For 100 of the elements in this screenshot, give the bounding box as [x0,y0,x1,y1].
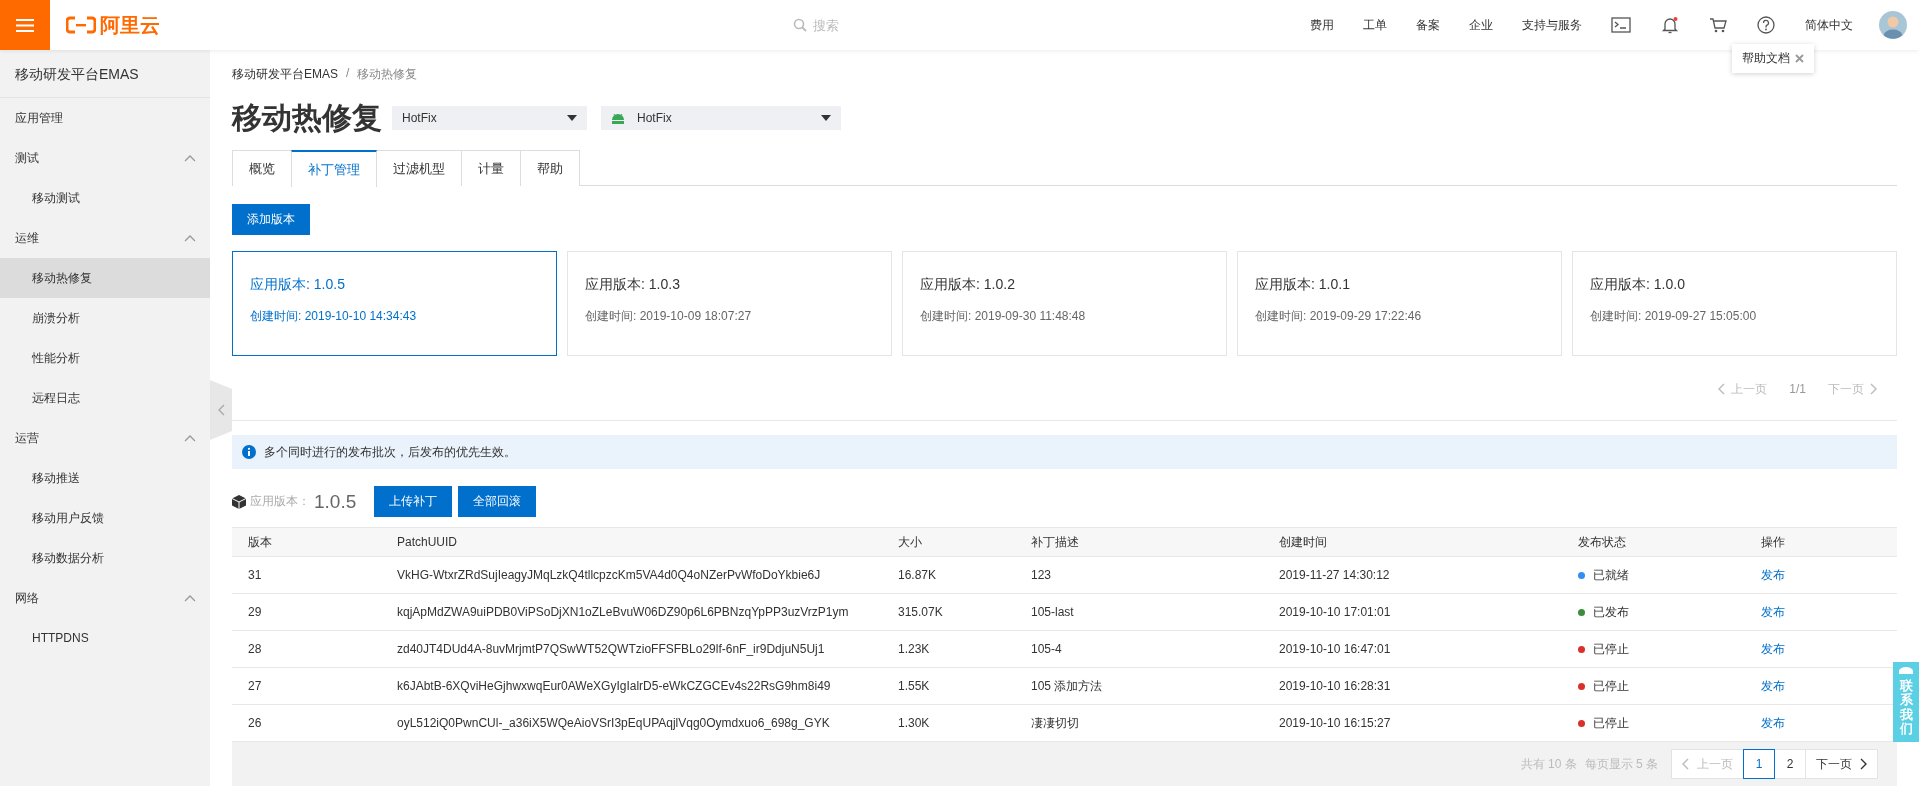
cart-icon[interactable] [1709,17,1727,33]
chevron-up-icon [184,434,196,442]
version-title: 应用版本: 1.0.5 [250,276,346,294]
version-card[interactable]: 应用版本: 1.0.0 创建时间: 2019-09-27 15:05:00 [1572,251,1897,356]
page-indicator: 1/1 [1789,382,1806,396]
nav-group[interactable]: 运维 [0,218,210,258]
table-cell: 1.55K [882,667,1015,705]
nav-item[interactable]: 崩溃分析 [0,298,210,338]
table-cell: 105 添加方法 [1015,667,1263,705]
nav-item[interactable]: 移动数据分析 [0,538,210,578]
chevron-right-icon [1870,383,1877,395]
table-cell: 123 [1015,556,1263,594]
table-cell: k6JAbtB-6XQviHeGjhwxwqEur0AWeXGyIgIalrD5-eWkCZGCEv4s22RsG9hm8i49 [381,667,882,705]
column-header: 操作 [1745,527,1897,557]
version-title: 应用版本: 1.0.3 [585,276,681,294]
info-icon [242,445,256,459]
nav-item[interactable]: 应用管理 [0,98,210,138]
publish-link[interactable]: 发布 [1761,604,1785,619]
breadcrumb-link[interactable]: 移动热修复 [357,66,418,84]
help-icon[interactable] [1757,16,1775,34]
version-card[interactable]: 应用版本: 1.0.1 创建时间: 2019-09-29 17:22:46 [1237,251,1562,356]
breadcrumb-separator: / [346,66,350,82]
caret-icon [567,115,577,121]
menu-icon [16,18,34,32]
upload-button[interactable]: 上传补丁 [374,486,453,517]
nav-link[interactable]: 工单 [1363,16,1387,34]
created-time: 创建时间: 2019-09-30 11:48:48 [920,308,1087,325]
caret-icon [821,115,831,121]
column-header: 大小 [882,527,1015,557]
add-version-button[interactable]: 添加版本 [232,204,310,235]
terminal-icon[interactable] [1611,17,1631,33]
table-cell: zd40JT4DUd4A-8uvMrjmtP7QSwWT52QWTzioFFSFBLo29lf-6nF_ir9DdjuN5Uj1 [381,630,882,668]
nav-item[interactable]: 移动热修复 [0,258,210,298]
bell-icon[interactable] [1661,16,1679,34]
nav-link[interactable]: 备案 [1416,16,1440,34]
box-icon [232,494,246,509]
publish-link[interactable]: 发布 [1761,715,1785,730]
breadcrumb-link[interactable]: 移动研发平台EMAS [232,66,338,84]
close-icon[interactable] [1795,54,1804,63]
page-button[interactable]: 2 [1774,749,1806,779]
table-cell: 1.23K [882,630,1015,668]
table-cell: 105-4 [1015,630,1263,668]
column-header: 创建时间 [1263,527,1562,557]
table-cell: kqjApMdZWA9uiPDB0ViPSoDjXN1oZLeBvuW06DZ90p6L6PBNzqYpPP3uzVrzP1ym [381,593,882,631]
select-field[interactable]: HotFix [392,106,587,130]
nav-link[interactable]: 支持与服务 [1522,16,1582,34]
chevron-left-icon [1718,383,1726,395]
nav-item[interactable]: 性能分析 [0,338,210,378]
page-button[interactable]: 1 [1743,749,1775,779]
search-icon [793,18,807,32]
language-link[interactable]: 简体中文 [1805,16,1853,34]
publish-link[interactable]: 发布 [1761,567,1785,582]
tab[interactable]: 补丁管理 [291,150,377,187]
table-cell: 29 [232,593,381,631]
nav-group[interactable]: 网络 [0,578,210,618]
table-cell: 2019-10-10 16:47:01 [1263,630,1562,668]
chevron-left-icon [217,404,225,416]
table-cell: 27 [232,667,381,705]
table-cell: 2019-10-10 16:28:31 [1263,667,1562,705]
tooltip-text: 帮助文档 [1742,50,1790,67]
chevron-right-icon [1860,758,1867,770]
tab[interactable]: 计量 [461,150,521,186]
chat-icon [1898,666,1914,676]
status-label: 已停止 [1593,714,1629,732]
nav-item[interactable]: 移动推送 [0,458,210,498]
tab[interactable]: 过滤机型 [376,150,462,186]
chevron-up-icon [184,234,196,242]
select-field[interactable]: HotFix [601,106,841,130]
table-cell: 31 [232,556,381,594]
notice-text: 多个同时进行的发布批次，后发布的优先生效。 [264,443,516,461]
logo-text: 阿里云 [100,12,160,38]
version-value: 1.0.5 [314,490,357,513]
rollback-button[interactable]: 全部回滚 [458,486,537,517]
tab[interactable]: 帮助 [520,150,580,186]
nav-item[interactable]: 远程日志 [0,378,210,418]
nav-group[interactable]: 测试 [0,138,210,178]
nav-group[interactable]: 运营 [0,418,210,458]
column-header: 版本 [232,527,381,557]
avatar-icon[interactable] [1879,11,1907,39]
table-cell: VkHG-WtxrZRdSujIeagyJMqLzkQ4tllcpzcKm5VA4d0Q4oNZerPvWfoDoYkbie6J [381,556,882,594]
created-time: 创建时间: 2019-10-10 14:34:43 [250,308,418,325]
nav-link[interactable]: 费用 [1310,16,1334,34]
table-cell: 16.87K [882,556,1015,594]
nav-link[interactable]: 企业 [1469,16,1493,34]
table-cell: 2019-11-27 14:30:12 [1263,556,1562,594]
version-card[interactable]: 应用版本: 1.0.2 创建时间: 2019-09-30 11:48:48 [902,251,1227,356]
next-page-button[interactable]: 下一页 [1805,749,1878,779]
version-card[interactable]: 应用版本: 1.0.5 创建时间: 2019-10-10 14:34:43 [232,251,557,356]
chevron-up-icon [184,154,196,162]
tab[interactable]: 概览 [232,150,292,186]
menu-button[interactable] [0,0,50,50]
version-card[interactable]: 应用版本: 1.0.3 创建时间: 2019-10-09 18:07:27 [567,251,892,356]
nav-item[interactable]: 移动用户反馈 [0,498,210,538]
version-title: 应用版本: 1.0.2 [920,276,1016,294]
nav-item[interactable]: 移动测试 [0,178,210,218]
nav-item[interactable]: HTTPDNS [0,618,210,658]
publish-link[interactable]: 发布 [1761,641,1785,656]
publish-link[interactable]: 发布 [1761,678,1785,693]
created-time: 创建时间: 2019-09-27 15:05:00 [1590,308,1758,325]
table-cell: oyL512iQ0PwnCUl-_a36iX5WQeAioVSrI3pEqUPAqjlVqg0Oymdxuo6_698g_GYK [381,704,882,742]
